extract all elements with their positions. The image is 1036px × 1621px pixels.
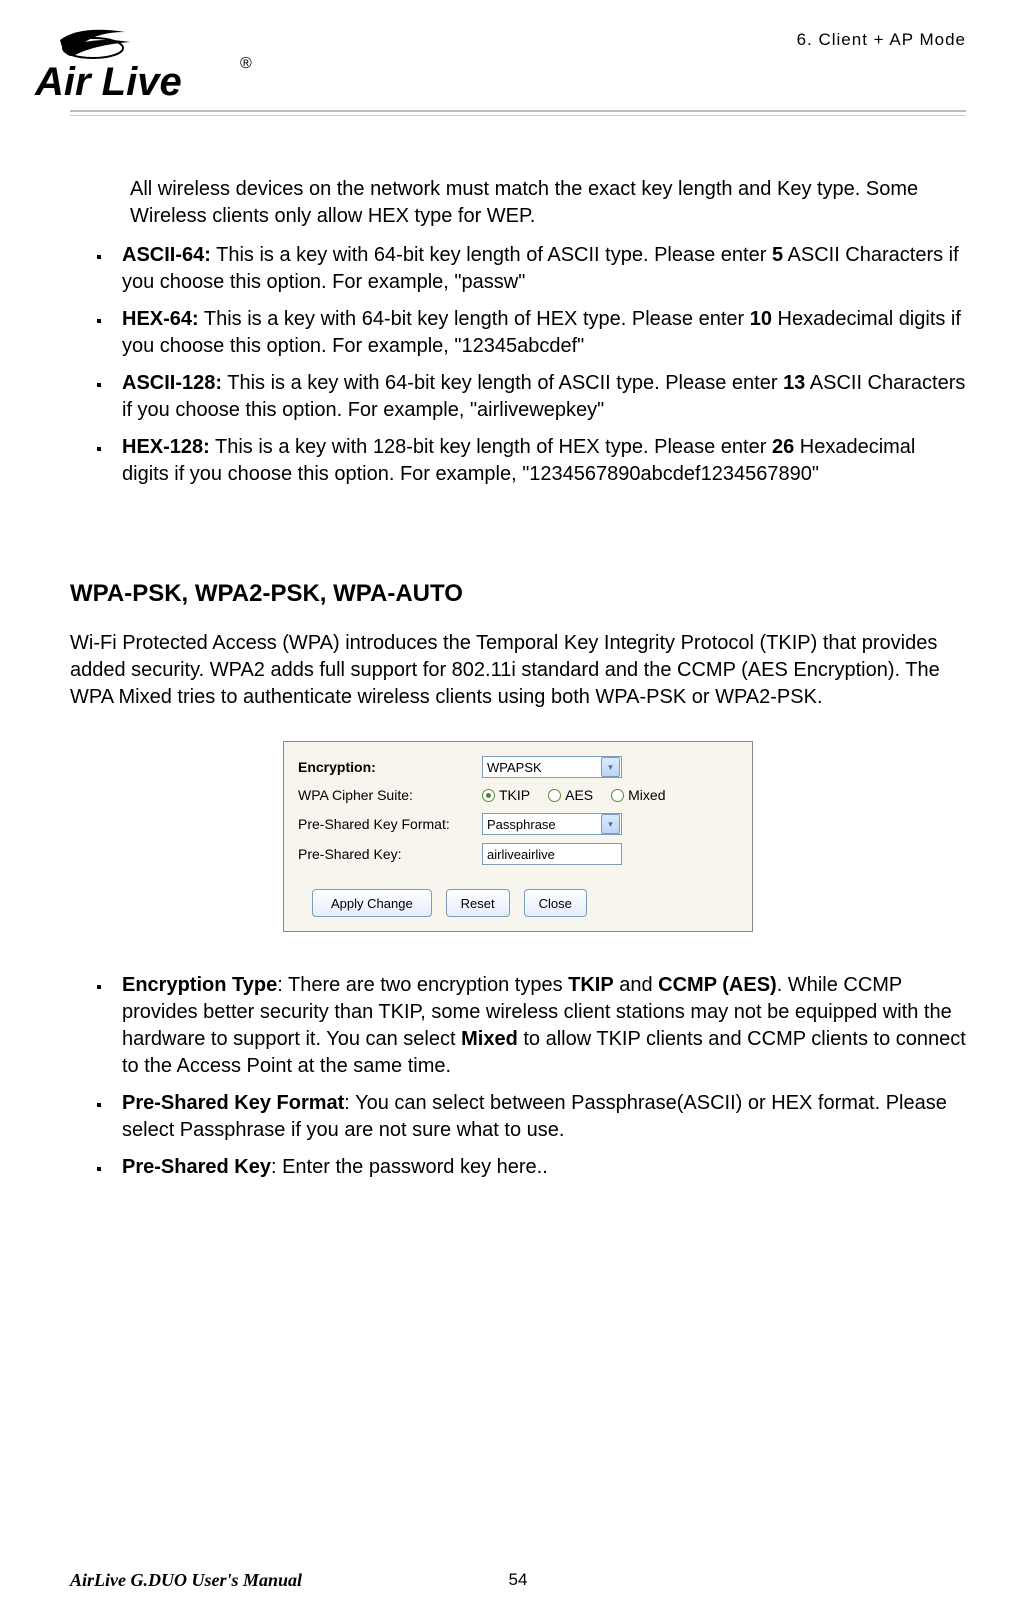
brand-logo: Air Live ® — [30, 20, 280, 115]
cipher-radio-tkip[interactable]: TKIP — [482, 786, 530, 805]
cipher-radiogroup: TKIP AES Mixed — [482, 786, 666, 805]
format-label: Pre-Shared Key Format: — [298, 815, 478, 834]
key-input[interactable]: airliveairlive — [482, 843, 622, 865]
key-label: Pre-Shared Key: — [298, 845, 478, 864]
wep-item-hex128: HEX-128: This is a key with 128-bit key … — [112, 434, 966, 488]
format-select-value: Passphrase — [487, 816, 556, 834]
header-rule-thin — [70, 115, 966, 116]
page-number: 54 — [509, 1570, 528, 1590]
encryption-label: Encryption: — [298, 758, 478, 777]
explain-psk: Pre-Shared Key: Enter the password key h… — [112, 1154, 966, 1181]
svg-text:®: ® — [240, 55, 252, 72]
wpa-section-desc: Wi-Fi Protected Access (WPA) introduces … — [70, 630, 966, 711]
page-header: 6. Client + AP Mode Air Live ® — [70, 30, 966, 110]
radio-icon — [482, 789, 495, 802]
dialog-figure: Encryption: WPAPSK ▾ WPA Cipher Suite: T… — [70, 741, 966, 932]
chevron-down-icon: ▾ — [601, 814, 620, 834]
wep-list: ASCII-64: This is a key with 64-bit key … — [112, 242, 966, 488]
format-select[interactable]: Passphrase ▾ — [482, 813, 622, 835]
svg-text:Air Live: Air Live — [34, 60, 182, 104]
page-footer: AirLive G.DUO User's Manual 54 — [70, 1570, 966, 1591]
close-button[interactable]: Close — [524, 889, 587, 917]
encryption-dialog: Encryption: WPAPSK ▾ WPA Cipher Suite: T… — [283, 741, 753, 932]
wep-item-ascii64: ASCII-64: This is a key with 64-bit key … — [112, 242, 966, 296]
radio-icon — [548, 789, 561, 802]
explain-psk-format: Pre-Shared Key Format: You can select be… — [112, 1090, 966, 1144]
cipher-radio-mixed[interactable]: Mixed — [611, 786, 665, 805]
wep-intro-text: All wireless devices on the network must… — [130, 176, 966, 230]
explain-list: Encryption Type: There are two encryptio… — [112, 972, 966, 1181]
encryption-select[interactable]: WPAPSK ▾ — [482, 756, 622, 778]
wpa-section-title: WPA-PSK, WPA2-PSK, WPA-AUTO — [70, 578, 966, 610]
cipher-radio-aes[interactable]: AES — [548, 786, 593, 805]
manual-title: AirLive G.DUO User's Manual — [70, 1570, 302, 1591]
apply-button[interactable]: Apply Change — [312, 889, 432, 917]
main-content: All wireless devices on the network must… — [70, 176, 966, 1181]
chapter-label: 6. Client + AP Mode — [797, 30, 966, 50]
reset-button[interactable]: Reset — [446, 889, 510, 917]
encryption-select-value: WPAPSK — [487, 759, 542, 777]
wep-item-bold: ASCII-64: — [122, 244, 211, 266]
explain-encryption-type: Encryption Type: There are two encryptio… — [112, 972, 966, 1080]
cipher-label: WPA Cipher Suite: — [298, 786, 478, 805]
radio-icon — [611, 789, 624, 802]
wep-item-ascii128: ASCII-128: This is a key with 64-bit key… — [112, 370, 966, 424]
wep-item-hex64: HEX-64: This is a key with 64-bit key le… — [112, 306, 966, 360]
chevron-down-icon: ▾ — [601, 757, 620, 777]
